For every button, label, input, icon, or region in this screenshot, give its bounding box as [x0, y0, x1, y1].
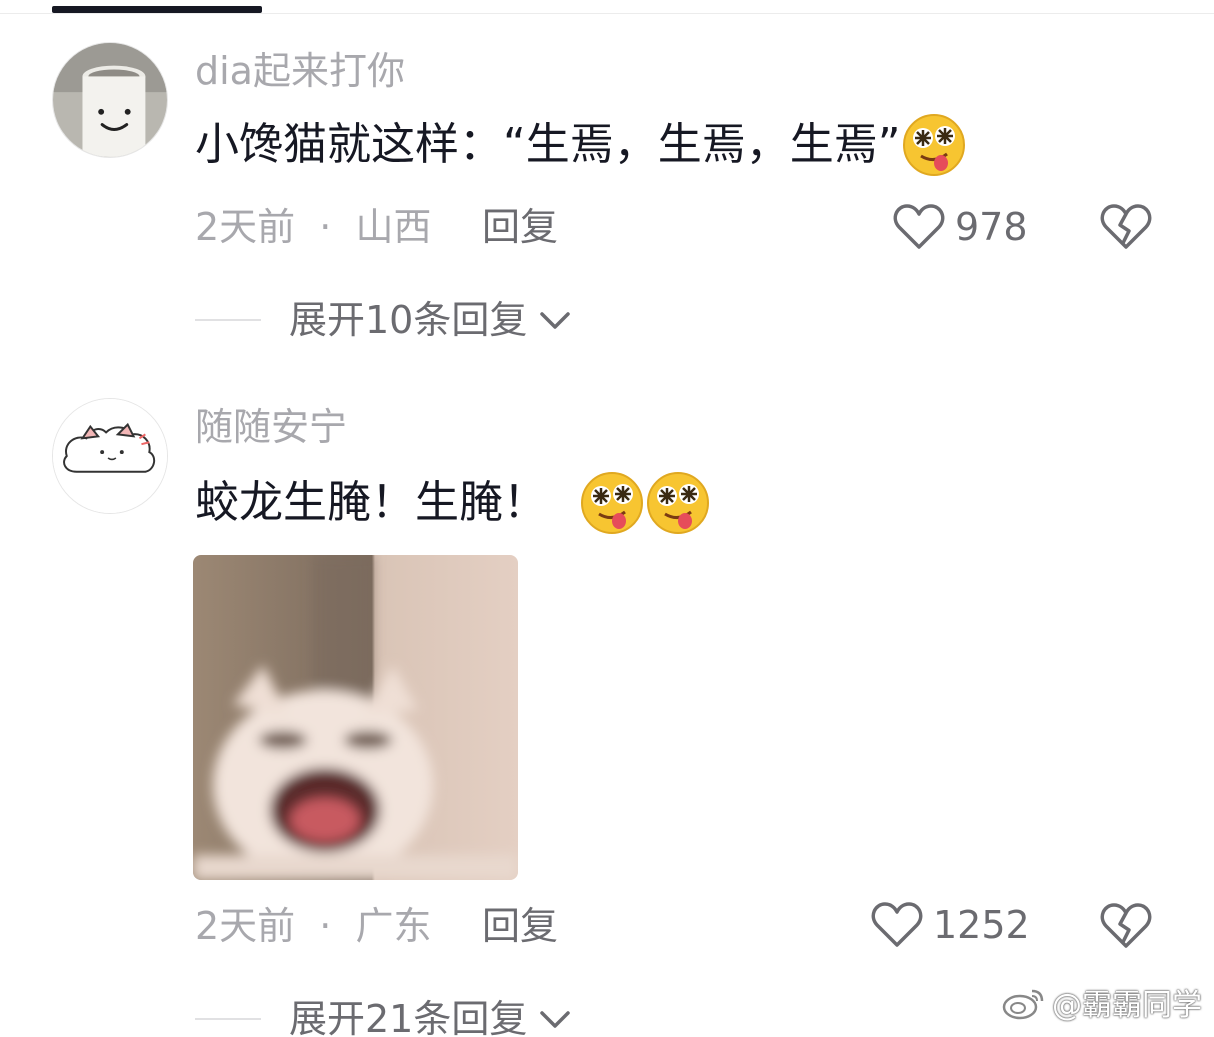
avatar[interactable]	[52, 42, 168, 158]
comment-image-laughing-cat[interactable]	[193, 555, 518, 880]
username[interactable]: 随随安宁	[195, 408, 347, 446]
chevron-down-icon	[537, 1007, 573, 1031]
broken-heart-icon	[1100, 203, 1152, 251]
comment-time: 2天前	[195, 205, 296, 249]
avatar[interactable]	[52, 398, 168, 514]
heart-icon	[871, 901, 923, 949]
comment-meta: 2天前 · 广东	[195, 907, 431, 945]
comment-time: 2天前	[195, 904, 296, 948]
comment-body: 小馋猫就这样：“生焉，生焉，生焉”	[195, 119, 901, 170]
active-tab-indicator	[52, 6, 262, 13]
comment-meta: 2天前 · 山西	[195, 208, 431, 246]
watermark: @霸霸同学	[1002, 985, 1202, 1027]
dislike-button[interactable]	[1100, 902, 1152, 950]
dislike-button[interactable]	[1100, 203, 1152, 251]
expand-divider-line	[195, 319, 261, 321]
watermark-text: @霸霸同学	[1052, 988, 1202, 1023]
meta-separator: ·	[319, 904, 332, 948]
expand-divider-line	[195, 1018, 261, 1020]
reply-button[interactable]: 回复	[482, 208, 558, 246]
comment-text: 小馋猫就这样：“生焉，生焉，生焉”	[195, 112, 967, 178]
drooling-face-icon	[901, 112, 967, 178]
like-count: 978	[955, 205, 1028, 249]
expand-replies-button[interactable]: 展开10条回复	[195, 298, 573, 342]
top-divider	[0, 13, 1214, 14]
reply-button[interactable]: 回复	[482, 907, 558, 945]
expand-replies-label: 展开21条回复	[289, 997, 528, 1037]
comment-location: 山西	[355, 205, 432, 249]
expand-replies-label: 展开10条回复	[289, 298, 528, 342]
comment-text: 蛟龙生腌！生腌！	[195, 470, 711, 536]
expand-replies-button[interactable]: 展开21条回复	[195, 997, 573, 1037]
drooling-face-icon	[645, 470, 711, 536]
meta-separator: ·	[319, 205, 332, 249]
broken-heart-icon	[1100, 902, 1152, 950]
like-button[interactable]: 978	[893, 202, 1028, 252]
weibo-icon	[1002, 985, 1052, 1027]
drooling-face-icon	[579, 470, 645, 536]
comment-list-page: dia起来打你 小馋猫就这样：“生焉，生焉，生焉” 2天前 · 山西 回复 97…	[0, 0, 1214, 1037]
comment-location: 广东	[355, 904, 432, 948]
username[interactable]: dia起来打你	[195, 52, 405, 90]
comment-body: 蛟龙生腌！生腌！	[195, 477, 547, 528]
like-count: 1252	[933, 903, 1030, 947]
heart-icon	[893, 203, 945, 251]
like-button[interactable]: 1252	[871, 900, 1030, 950]
chevron-down-icon	[537, 308, 573, 332]
